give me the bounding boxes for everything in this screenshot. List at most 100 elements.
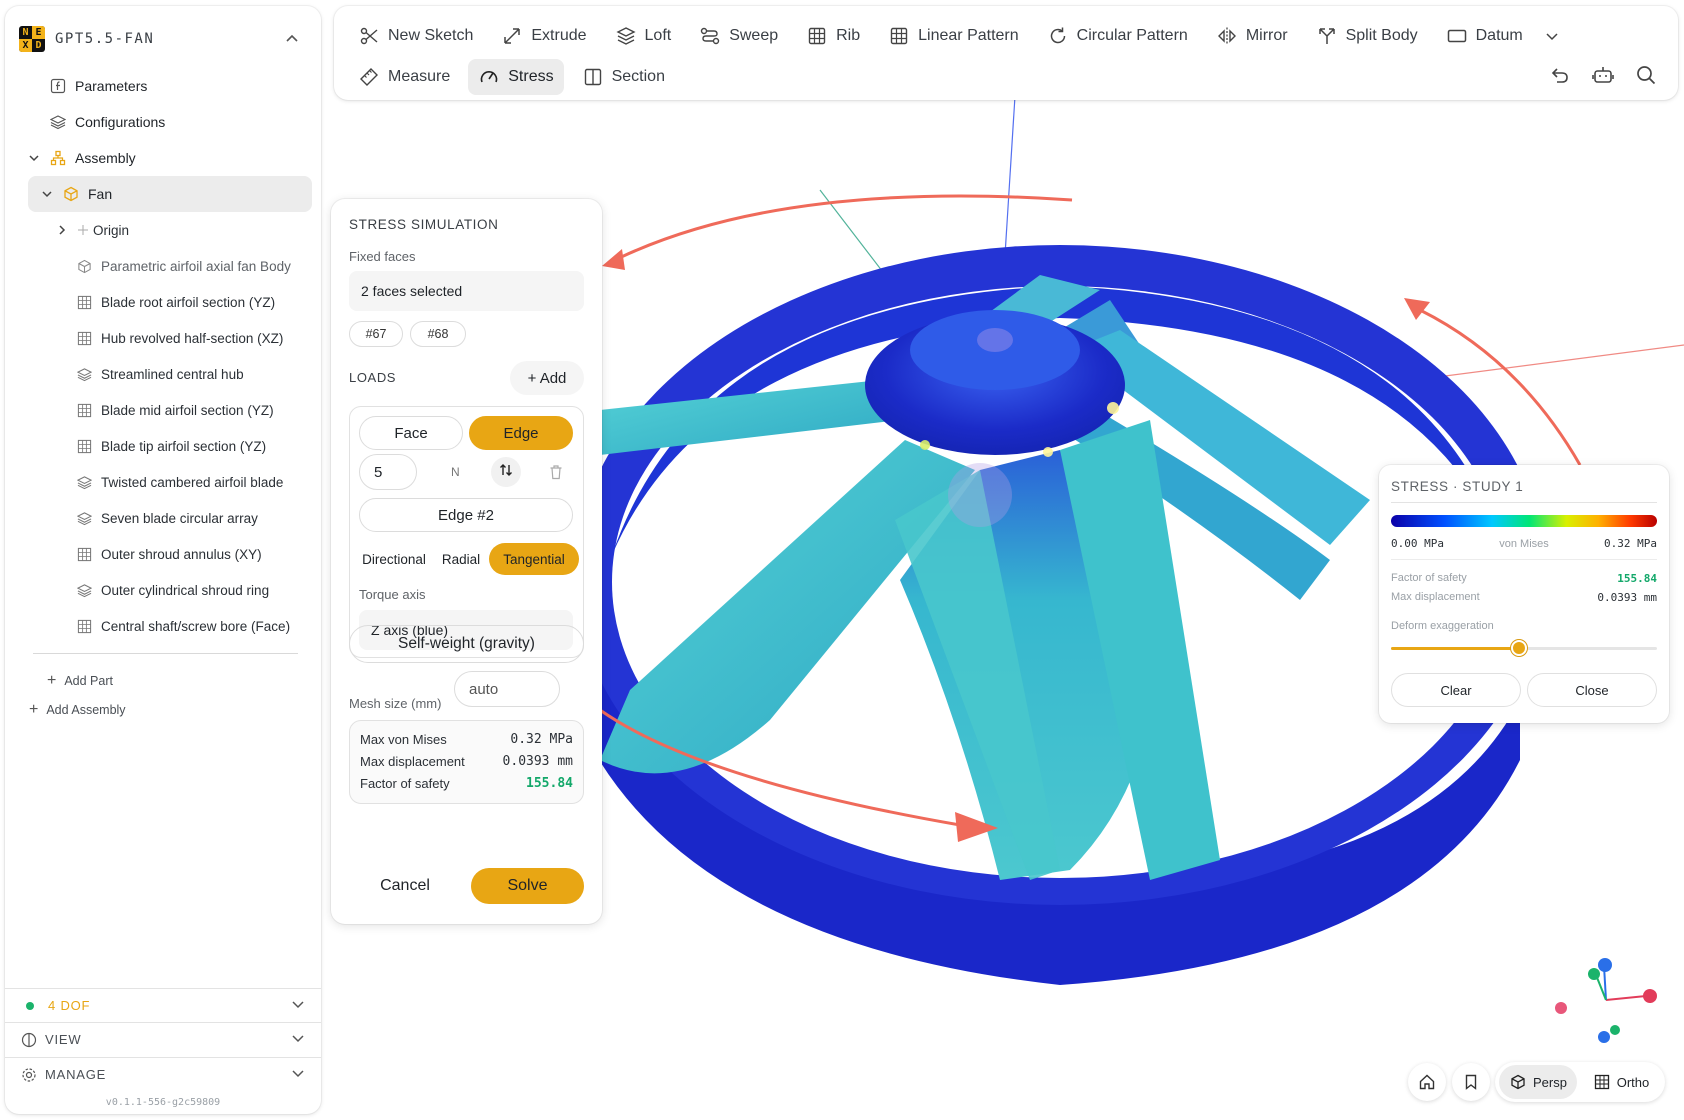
feature-icon: [75, 581, 93, 599]
plane-icon: [1446, 25, 1468, 47]
feature-icon: [75, 473, 93, 491]
chevron-down-icon[interactable]: [291, 997, 305, 1014]
orientation-gizmo: [1555, 958, 1657, 1043]
tree-item-configurations[interactable]: Configurations: [5, 104, 321, 140]
sidebar-header: NEXD GPT5.5-FAN: [19, 24, 307, 54]
chevron-down-icon[interactable]: [27, 151, 41, 165]
home-view-button[interactable]: [1408, 1063, 1446, 1101]
tree-item-parameters[interactable]: Parameters: [5, 68, 321, 104]
grid-icon: [806, 25, 828, 47]
direction-directional[interactable]: Directional: [355, 543, 433, 575]
circular-pattern-button[interactable]: Circular Pattern: [1037, 18, 1198, 54]
datum-button[interactable]: Datum: [1436, 18, 1569, 54]
mesh-size-input[interactable]: auto: [454, 671, 560, 707]
extrude-button[interactable]: Extrude: [491, 18, 596, 54]
add-assembly-button[interactable]: + Add Assembly: [29, 701, 126, 719]
close-button[interactable]: Close: [1527, 673, 1657, 707]
new-sketch-button[interactable]: New Sketch: [348, 18, 483, 54]
linear-pattern-button[interactable]: Linear Pattern: [878, 18, 1029, 54]
bookmark-icon: [1462, 1073, 1480, 1091]
search-icon[interactable]: [1634, 63, 1658, 87]
stress-button[interactable]: Stress: [468, 59, 564, 95]
load-magnitude-input[interactable]: 5: [359, 454, 417, 490]
tree-item-feature[interactable]: Seven blade circular array: [5, 500, 321, 536]
sketch-icon: [75, 545, 93, 563]
tree-item-feature[interactable]: Outer cylindrical shroud ring: [5, 572, 321, 608]
loads-label: LOADS: [349, 370, 397, 385]
cube-icon: [62, 185, 80, 203]
tree-item-feature[interactable]: Twisted cambered airfoil blade: [5, 464, 321, 500]
perspective-button[interactable]: Persp: [1499, 1065, 1577, 1099]
section-button[interactable]: Section: [572, 59, 675, 95]
view-section[interactable]: VIEW: [5, 1022, 321, 1056]
self-weight-toggle[interactable]: Self-weight (gravity): [349, 625, 584, 663]
direction-radial[interactable]: Radial: [437, 543, 485, 575]
fixed-faces-label: Fixed faces: [349, 249, 416, 264]
rib-button[interactable]: Rib: [796, 18, 870, 54]
slider-knob[interactable]: [1510, 640, 1527, 656]
measure-button[interactable]: Measure: [348, 59, 460, 95]
manage-section[interactable]: MANAGE: [5, 1057, 321, 1091]
tree-item-fan[interactable]: Fan: [28, 176, 312, 212]
chevron-up-icon[interactable]: [283, 30, 301, 48]
app-logo: NEXD: [19, 26, 45, 52]
edge-target-selector[interactable]: Edge #2: [359, 498, 573, 532]
stress-study-legend: STRESS · STUDY 1 0.00 MPa von Mises 0.32…: [1379, 465, 1669, 723]
plus-icon: +: [47, 672, 57, 689]
direction-tangential[interactable]: Tangential: [489, 543, 579, 575]
deform-exaggeration-slider[interactable]: [1391, 640, 1657, 656]
split-body-button[interactable]: Split Body: [1306, 18, 1428, 54]
tree-item-origin[interactable]: Origin: [5, 212, 321, 248]
document-name[interactable]: GPT5.5-FAN: [55, 31, 154, 47]
feature-tree-sidebar: NEXD GPT5.5-FAN Parameters Configuration…: [5, 6, 321, 1114]
tree-item-feature[interactable]: Blade mid airfoil section (YZ): [5, 392, 321, 428]
load-type-face[interactable]: Face: [359, 416, 463, 450]
orthographic-button[interactable]: Ortho: [1581, 1065, 1661, 1099]
trash-icon[interactable]: [546, 462, 566, 482]
flip-direction-button[interactable]: [491, 457, 521, 487]
add-part-button[interactable]: + Add Part: [47, 672, 113, 690]
feature-icon: [75, 509, 93, 527]
toolbar-right-actions: [1529, 63, 1658, 87]
bookmark-view-button[interactable]: [1452, 1063, 1490, 1101]
divider: [1391, 502, 1657, 503]
undo-icon[interactable]: [1548, 63, 1572, 87]
clear-button[interactable]: Clear: [1391, 673, 1521, 707]
chevron-down-icon[interactable]: [1545, 29, 1559, 43]
tree-item-feature[interactable]: Hub revolved half-section (XZ): [5, 320, 321, 356]
robot-icon[interactable]: [1591, 63, 1615, 87]
result-displacement: Max displacement 0.0393 mm: [360, 753, 573, 769]
chevron-down-icon[interactable]: [40, 187, 54, 201]
colorbar-max: 0.32 MPa: [1604, 537, 1657, 550]
cancel-button[interactable]: Cancel: [349, 868, 461, 904]
sweep-button[interactable]: Sweep: [689, 18, 788, 54]
von-mises-colorbar: [1391, 515, 1657, 527]
add-load-button[interactable]: + Add: [510, 361, 584, 395]
tree-item-feature[interactable]: Blade root airfoil section (YZ): [5, 284, 321, 320]
mirror-button[interactable]: Mirror: [1206, 18, 1298, 54]
face-chip[interactable]: #67: [349, 321, 403, 347]
tree-item-feature[interactable]: Central shaft/screw bore (Face): [5, 608, 321, 644]
tree-item-feature[interactable]: Parametric airfoil axial fan Body: [5, 248, 321, 284]
tree-item-feature[interactable]: Outer shroud annulus (XY): [5, 536, 321, 572]
load-type-edge[interactable]: Edge: [469, 416, 573, 450]
sketch-icon: [75, 437, 93, 455]
dof-section[interactable]: 4 DOF: [5, 988, 321, 1022]
chevron-right-icon[interactable]: [55, 223, 69, 237]
version-label: v0.1.1-556-g2c59809: [105, 1097, 221, 1108]
chevron-down-icon[interactable]: [291, 1031, 305, 1048]
divider: [1391, 559, 1657, 560]
tree-item-assembly[interactable]: Assembly: [5, 140, 321, 176]
gear-icon: [21, 1067, 37, 1083]
extrude-icon: [501, 25, 523, 47]
fixed-faces-selector[interactable]: 2 faces selected: [349, 271, 584, 311]
face-chip[interactable]: #68: [410, 321, 466, 347]
solve-button[interactable]: Solve: [471, 868, 584, 904]
deform-exaggeration-label-row: Deform exaggeration: [1391, 620, 1494, 632]
tree-item-feature[interactable]: Blade tip airfoil section (YZ): [5, 428, 321, 464]
chevron-down-icon[interactable]: [291, 1066, 305, 1083]
tree-item-feature[interactable]: Streamlined central hub: [5, 356, 321, 392]
projection-toggle: Persp Ortho: [1495, 1062, 1665, 1102]
loft-button[interactable]: Loft: [605, 18, 682, 54]
status-dot: [26, 1001, 34, 1010]
